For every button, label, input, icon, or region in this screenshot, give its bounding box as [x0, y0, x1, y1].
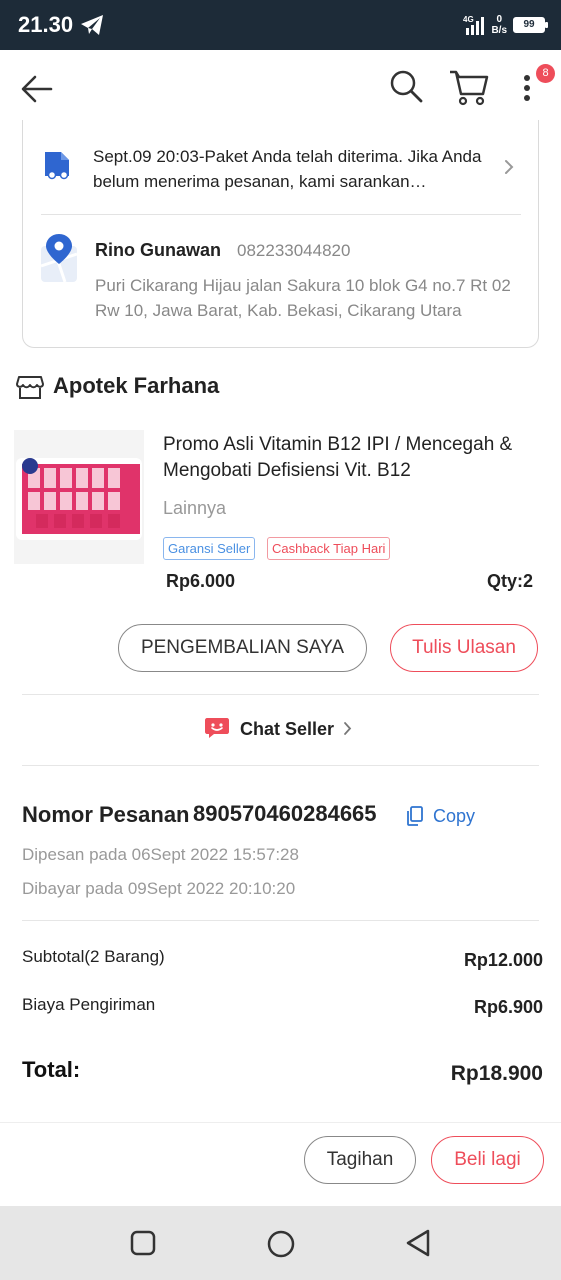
status-icons: 4G 0 B/s 99 [463, 10, 548, 40]
divider [22, 694, 539, 695]
recent-apps-icon[interactable] [130, 1230, 156, 1256]
copy-icon[interactable] [405, 805, 425, 827]
payment-date: Dibayar pada 09Sept 2022 20:10:20 [22, 879, 296, 898]
system-nav-bar [0, 1206, 561, 1280]
subtotal-label: Subtotal(2 Barang) [22, 947, 165, 966]
home-icon[interactable] [266, 1229, 296, 1259]
product-photo [14, 430, 144, 564]
invoice-button[interactable]: Tagihan [304, 1136, 416, 1184]
net-speed: 0 B/s [491, 14, 507, 36]
recipient-name: Rino Gunawan [95, 240, 221, 260]
net-speed-unit: B/s [491, 25, 507, 36]
status-time: 21.30 [18, 12, 74, 37]
shipping-label: Biaya Pengiriman [22, 995, 156, 1014]
return-button[interactable]: PENGEMBALIAN SAYA [118, 624, 367, 672]
subtotal-value: Rp12.000 [463, 950, 543, 970]
chat-icon [205, 718, 229, 738]
divider [22, 920, 539, 921]
more-vertical-icon[interactable] [516, 72, 538, 104]
total-label: Total: [22, 1057, 81, 1082]
notification-badge: 8 [536, 64, 555, 83]
status-bar: 21.30 4G 0 B/s 99 [0, 0, 561, 50]
card-divider [41, 214, 521, 215]
app-header [0, 50, 561, 126]
product-price: Rp6.000 [166, 571, 236, 591]
tracking-status[interactable]: Sept.09 20:03-Paket Anda telah diterima.… [93, 144, 493, 194]
footer-divider [0, 1122, 561, 1123]
write-review-button[interactable]: Tulis Ulasan [390, 624, 538, 672]
back-triangle-icon[interactable] [404, 1228, 432, 1258]
battery-icon: 99 [513, 17, 548, 33]
battery-level: 99 [523, 19, 535, 30]
telegram-icon [81, 15, 103, 35]
order-number-label: Nomor Pesanan [22, 802, 190, 827]
cart-icon[interactable] [448, 68, 490, 106]
chat-seller-label[interactable]: Chat Seller [240, 719, 334, 740]
chat-seller-row[interactable]: Chat Seller [0, 710, 561, 750]
arrow-left-icon[interactable] [20, 72, 54, 106]
order-date: Dipesan pada 06Sept 2022 15:57:28 [22, 845, 299, 864]
signal-icon: 4G [463, 15, 485, 35]
svg-text:4G: 4G [463, 15, 474, 24]
location-pin-icon [40, 234, 78, 283]
tag-garansi-seller: Garansi Seller [163, 537, 256, 560]
chevron-right-icon [344, 722, 352, 735]
shipping-value: Rp6.900 [473, 997, 543, 1017]
delivery-card: Sept.09 20:03-Paket Anda telah diterima.… [22, 120, 539, 348]
divider [22, 765, 539, 766]
truck-icon [45, 152, 69, 180]
product-variant: Lainnya [163, 498, 227, 518]
product-title[interactable]: Promo Asli Vitamin B12 IPI / Mencegah & … [163, 432, 548, 484]
store-icon [16, 376, 44, 399]
net-speed-value: 0 [496, 14, 502, 25]
recipient-address: Puri Cikarang Hijau jalan Sakura 10 blok… [95, 276, 511, 320]
copy-button[interactable]: Copy [433, 806, 475, 827]
product-image[interactable] [14, 430, 144, 564]
tag-cashback: Cashback Tiap Hari [267, 537, 391, 560]
buy-again-button[interactable]: Beli lagi [431, 1136, 544, 1184]
store-name[interactable]: Apotek Farhana [53, 373, 219, 399]
search-icon[interactable] [388, 68, 424, 104]
chevron-right-icon[interactable] [503, 158, 515, 176]
product-quantity: Qty:2 [487, 571, 534, 591]
recipient-phone: 082233044820 [237, 241, 351, 260]
order-number: 890570460284665 [193, 801, 377, 826]
total-value: Rp18.900 [450, 1062, 543, 1085]
